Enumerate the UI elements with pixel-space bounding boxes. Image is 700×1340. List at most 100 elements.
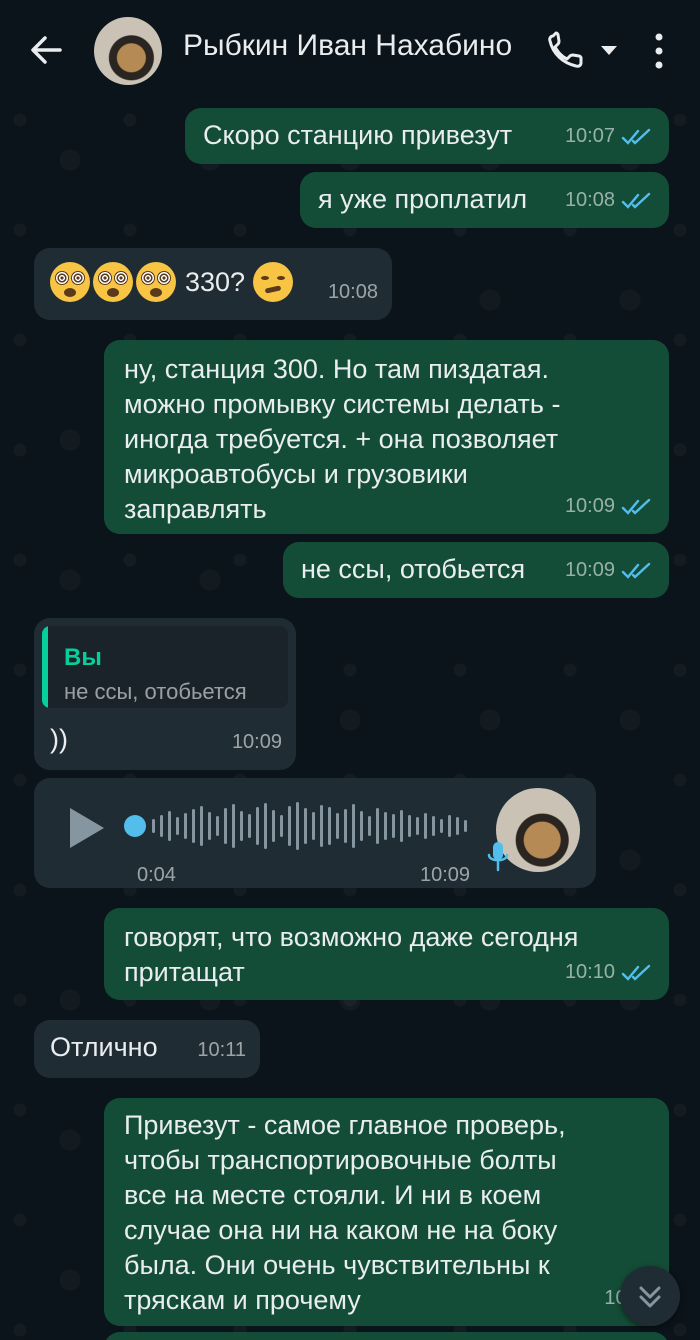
phone-icon[interactable] bbox=[545, 30, 589, 70]
waveform-bar bbox=[208, 812, 211, 840]
waveform-bar bbox=[192, 809, 195, 843]
voice-message[interactable]: 0:04 10:09 bbox=[34, 778, 596, 888]
message-text: Отлично bbox=[50, 1032, 158, 1062]
quote-accent-bar bbox=[42, 626, 48, 708]
waveform-bar bbox=[440, 819, 443, 833]
waveform-bar bbox=[176, 817, 179, 835]
waveform-bar bbox=[464, 820, 467, 832]
microphone-icon bbox=[486, 840, 510, 874]
back-arrow-icon[interactable] bbox=[26, 30, 66, 70]
waveform-bar bbox=[280, 815, 283, 837]
voice-duration: 0:04 bbox=[137, 864, 176, 886]
waveform-bar bbox=[184, 813, 187, 839]
message-text: 330? bbox=[185, 266, 246, 297]
message-time: 10:10 bbox=[564, 961, 615, 983]
more-vertical-icon[interactable] bbox=[646, 30, 672, 72]
waveform-bar bbox=[304, 808, 307, 844]
message-text: я уже проплатил bbox=[318, 184, 528, 214]
waveform-bar bbox=[376, 808, 379, 844]
message-time: 10:09 bbox=[564, 559, 615, 581]
double-check-read-icon bbox=[621, 192, 651, 209]
outgoing-message[interactable]: Скоро станцию привезут 10:07 bbox=[185, 108, 669, 164]
outgoing-message[interactable]: не ссы, отобьется 10:09 bbox=[283, 542, 669, 598]
waveform-bar bbox=[352, 804, 355, 848]
waveform-bar bbox=[448, 815, 451, 837]
contact-avatar[interactable] bbox=[94, 17, 162, 85]
waveform-bar bbox=[200, 806, 203, 846]
scroll-to-bottom-button[interactable] bbox=[620, 1266, 680, 1326]
waveform-bar bbox=[360, 811, 363, 841]
waveform-bar bbox=[232, 804, 235, 848]
outgoing-message[interactable]: я уже проплатил 10:08 bbox=[300, 172, 669, 228]
chat-area[interactable]: Скоро станцию привезут 10:07 я уже пропл… bbox=[0, 100, 700, 1340]
waveform-bar bbox=[424, 813, 427, 839]
waveform-bar bbox=[264, 803, 267, 849]
message-text: )) bbox=[50, 724, 68, 754]
waveform-bar bbox=[392, 814, 395, 838]
dizzy-face-emoji-icon bbox=[93, 262, 133, 302]
playback-position-dot[interactable] bbox=[124, 815, 146, 837]
incoming-message[interactable]: Вы не ссы, отобьется )) 10:09 bbox=[34, 618, 296, 770]
message-text: говорят, что возможно даже сегодня прита… bbox=[124, 922, 579, 987]
waveform-bar bbox=[160, 815, 163, 837]
incoming-message[interactable]: 330? 10:08 bbox=[34, 248, 392, 320]
message-text: не ссы, отобьется bbox=[301, 554, 526, 584]
chevron-down-icon[interactable] bbox=[597, 38, 621, 62]
message-time: 10:11 bbox=[197, 1039, 246, 1061]
message-meta: 10:08 bbox=[565, 183, 653, 218]
outgoing-message[interactable]: Привезут - самое главное проверь, чтобы … bbox=[104, 1098, 669, 1326]
quoted-reply[interactable]: Вы не ссы, отобьется bbox=[42, 626, 288, 708]
message-time: 10:07 bbox=[564, 125, 615, 147]
waveform-bar bbox=[336, 813, 339, 839]
quoted-author: Вы bbox=[64, 644, 102, 671]
message-time: 10:09 bbox=[231, 731, 282, 753]
audio-waveform[interactable] bbox=[152, 798, 472, 854]
waveform-bar bbox=[272, 810, 275, 842]
double-check-read-icon bbox=[621, 964, 651, 981]
waveform-bar bbox=[384, 812, 387, 840]
dizzy-face-emoji-icon bbox=[50, 262, 90, 302]
waveform-bar bbox=[328, 807, 331, 845]
message-meta: 10:09 bbox=[232, 725, 282, 760]
dizzy-face-emoji-icon bbox=[136, 262, 176, 302]
message-time: 10:08 bbox=[327, 281, 378, 303]
waveform-bar bbox=[224, 808, 227, 844]
chat-header: Рыбкин Иван Нахабино bbox=[0, 0, 700, 100]
message-time: 10:09 bbox=[420, 864, 471, 886]
contact-name[interactable]: Рыбкин Иван Нахабино bbox=[183, 29, 512, 63]
waveform-bar bbox=[400, 810, 403, 842]
double-chevron-down-icon bbox=[639, 1286, 661, 1308]
message-meta: 10:07 bbox=[565, 119, 653, 154]
waveform-bar bbox=[240, 811, 243, 841]
waveform-bar bbox=[432, 816, 435, 836]
play-icon[interactable] bbox=[66, 806, 106, 850]
message-content: 330? bbox=[50, 262, 296, 302]
message-text: ну, станция 300. Но там пиздатая. можно … bbox=[124, 354, 561, 524]
message-text: Скоро станцию привезут bbox=[203, 120, 513, 150]
waveform-bar bbox=[248, 814, 251, 838]
incoming-message[interactable]: Отлично 10:11 bbox=[34, 1020, 260, 1078]
outgoing-message[interactable]: говорят, что возможно даже сегодня прита… bbox=[104, 908, 669, 1000]
message-time: 10:08 bbox=[564, 189, 615, 211]
double-check-read-icon bbox=[621, 128, 651, 145]
outgoing-message-partial[interactable] bbox=[104, 1332, 669, 1340]
waveform-bar bbox=[256, 807, 259, 845]
message-meta: 10:11 bbox=[197, 1033, 246, 1068]
outgoing-message[interactable]: ну, станция 300. Но там пиздатая. можно … bbox=[104, 340, 669, 534]
waveform-bar bbox=[456, 817, 459, 835]
waveform-bar bbox=[152, 819, 155, 833]
message-meta: 10:08 bbox=[328, 275, 378, 310]
waveform-bar bbox=[408, 815, 411, 837]
waveform-bar bbox=[216, 816, 219, 836]
waveform-bar bbox=[344, 809, 347, 843]
message-time: 10:09 bbox=[564, 495, 615, 517]
message-text: Привезут - самое главное проверь, чтобы … bbox=[124, 1110, 566, 1315]
waveform-bar bbox=[296, 802, 299, 850]
waveform-bar bbox=[416, 817, 419, 835]
waveform-bar bbox=[288, 806, 291, 846]
thermometer-face-emoji-icon bbox=[253, 262, 294, 302]
double-check-read-icon bbox=[621, 498, 651, 515]
double-check-read-icon bbox=[621, 562, 651, 579]
waveform-bar bbox=[312, 812, 315, 840]
waveform-bar bbox=[368, 816, 371, 836]
